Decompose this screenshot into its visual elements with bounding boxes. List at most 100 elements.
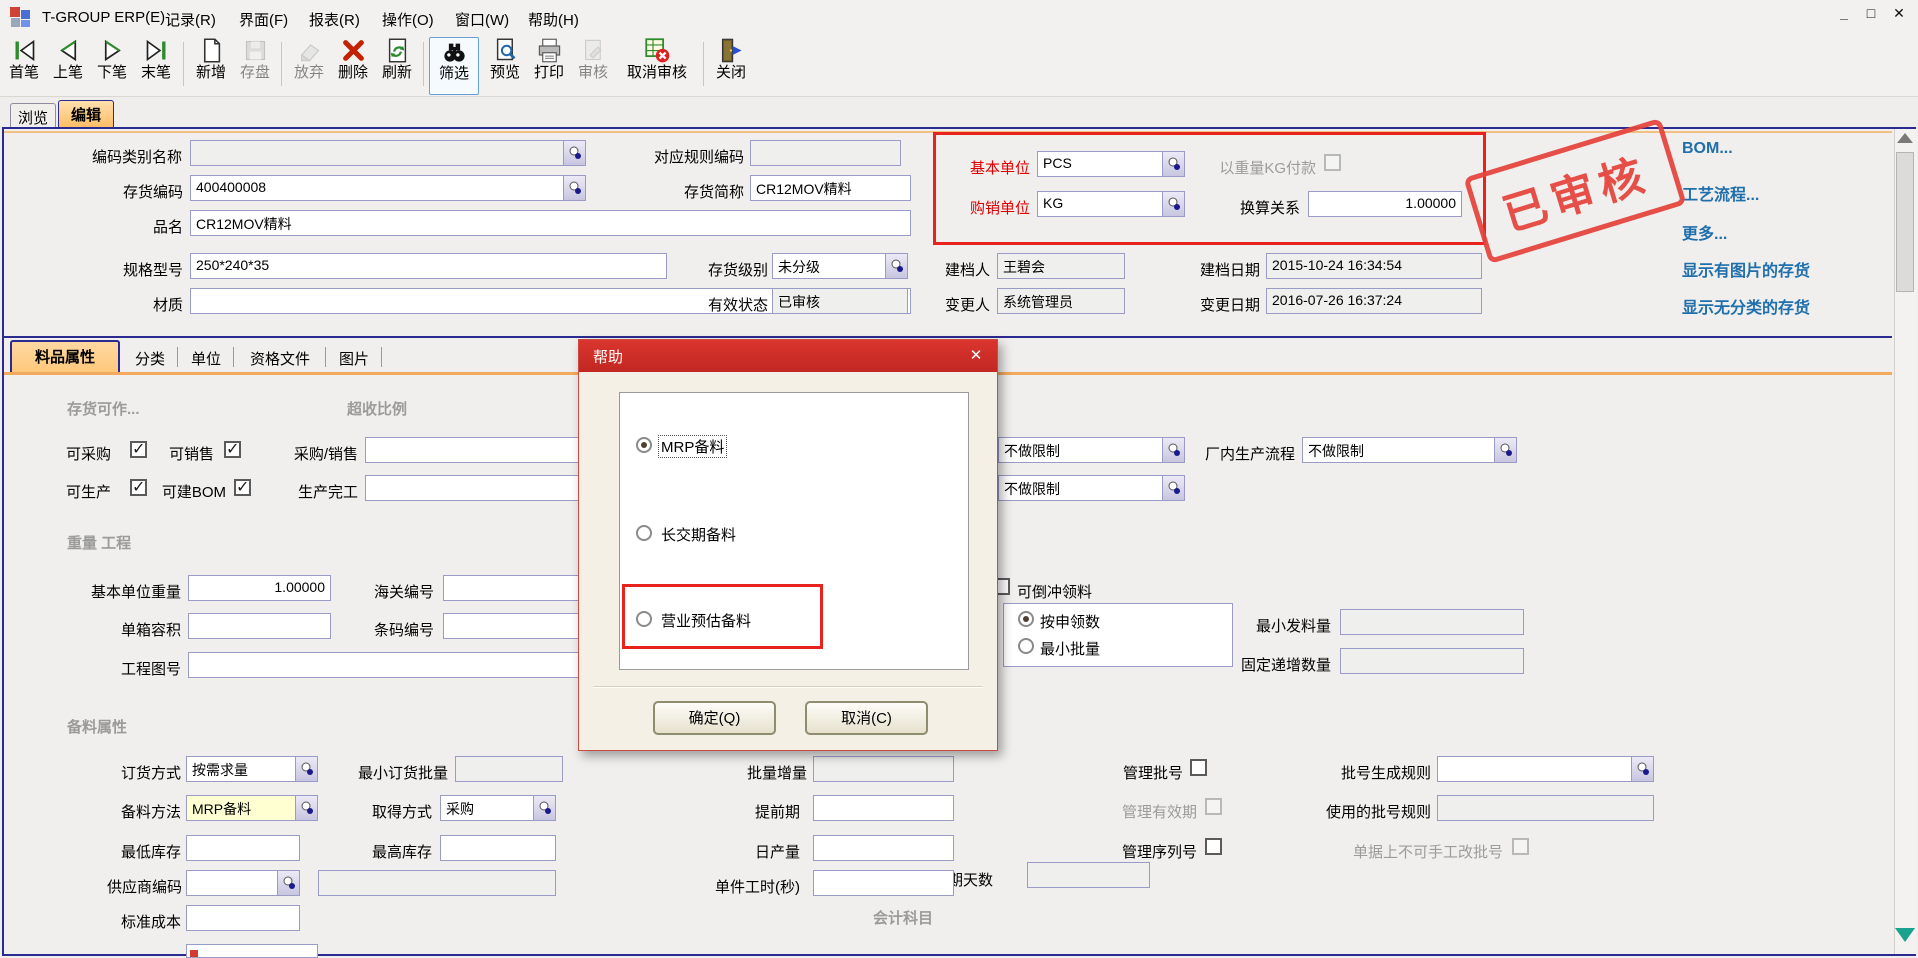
base-unit-input[interactable]: PCS <box>1037 151 1185 177</box>
tab-qualification[interactable]: 资格文件 <box>238 344 322 371</box>
lookup-icon[interactable] <box>295 796 317 820</box>
option-sales-forecast-radio[interactable] <box>636 611 652 627</box>
option-mrp-label[interactable]: MRP备料 <box>659 436 726 457</box>
item-short-input[interactable]: CR12MOV精料 <box>750 175 911 201</box>
toolbar-refresh-button[interactable]: 刷新 <box>375 37 419 93</box>
lookup-icon[interactable] <box>1162 192 1184 216</box>
min-stock-input[interactable] <box>186 835 300 861</box>
item-name-input[interactable]: CR12MOV精料 <box>190 210 911 236</box>
link-show-unclassified[interactable]: 显示无分类的存货 <box>1682 294 1810 318</box>
purchase-sale-input[interactable] <box>365 437 581 463</box>
box-volume-input[interactable] <box>188 613 331 639</box>
spec-input[interactable]: 250*240*35 <box>190 253 667 279</box>
manage-serial-checkbox[interactable] <box>1205 838 1222 855</box>
lookup-icon[interactable] <box>277 871 299 895</box>
toolbar-cancel-audit-button[interactable]: 取消审核 <box>615 37 699 93</box>
toolbar-last-button[interactable]: 末笔 <box>134 37 178 93</box>
lookup-icon[interactable] <box>1162 476 1184 500</box>
option-mrp-radio[interactable] <box>636 437 652 453</box>
restore-button[interactable]: □ <box>1860 5 1882 27</box>
order-mode-input[interactable]: 按需求量 <box>186 756 318 782</box>
scroll-up-icon[interactable] <box>1897 133 1913 143</box>
link-more[interactable]: 更多... <box>1682 220 1727 244</box>
minimize-button[interactable]: _ <box>1833 5 1855 27</box>
unit-time-input[interactable] <box>813 870 954 896</box>
option-sales-forecast-label[interactable]: 营业预估备料 <box>661 610 751 631</box>
base-weight-input[interactable]: 1.00000 <box>188 575 331 601</box>
menu-help[interactable]: 帮助(H) <box>524 7 583 32</box>
lead-time-input[interactable] <box>813 795 954 821</box>
toolbar-filter-button[interactable]: 筛选 <box>429 37 479 95</box>
drawing-no-input[interactable] <box>188 652 585 678</box>
supply-policy-input-1[interactable]: 不做限制 <box>998 437 1185 463</box>
prepare-method-input[interactable]: MRP备料 <box>186 795 318 821</box>
lookup-icon[interactable] <box>563 141 585 165</box>
lookup-icon[interactable] <box>533 796 555 820</box>
lookup-icon[interactable] <box>1494 438 1516 462</box>
trade-unit-input[interactable]: KG <box>1037 191 1185 217</box>
menu-report[interactable]: 报表(R) <box>305 7 364 32</box>
std-cost-input[interactable] <box>186 905 300 931</box>
tab-category[interactable]: 分类 <box>126 344 174 371</box>
scrollbar-thumb[interactable] <box>1896 152 1914 292</box>
toolbar-preview-button[interactable]: 预览 <box>483 37 527 93</box>
dialog-cancel-button[interactable]: 取消(C) <box>805 701 928 735</box>
lookup-icon[interactable] <box>1631 757 1653 781</box>
lookup-icon[interactable] <box>1162 438 1184 462</box>
issue-by-apply-radio[interactable] <box>1018 611 1034 627</box>
customs-code-input[interactable] <box>443 575 585 601</box>
lookup-icon[interactable] <box>563 176 585 200</box>
level-input[interactable]: 未分级 <box>772 253 908 279</box>
help-dialog-titlebar[interactable]: 帮助 <box>579 340 997 372</box>
option-long-lead-label[interactable]: 长交期备料 <box>661 524 736 545</box>
dialog-close-icon[interactable]: ✕ <box>965 346 987 366</box>
supply-policy-input-2[interactable]: 不做限制 <box>998 475 1185 501</box>
menu-interface[interactable]: 界面(F) <box>235 7 292 32</box>
toolbar-prev-button[interactable]: 上笔 <box>46 37 90 93</box>
issue-min-batch-radio[interactable] <box>1018 638 1034 654</box>
toolbar-print-button[interactable]: 打印 <box>527 37 571 93</box>
link-show-with-images[interactable]: 显示有图片的存货 <box>1682 257 1810 281</box>
close-window-button[interactable]: ✕ <box>1888 5 1910 27</box>
menu-operate[interactable]: 操作(O) <box>378 7 438 32</box>
daily-output-input[interactable] <box>813 835 954 861</box>
menu-record[interactable]: 记录(R) <box>161 7 220 32</box>
producible-checkbox[interactable] <box>130 479 147 496</box>
option-long-lead-radio[interactable] <box>636 525 652 541</box>
max-stock-input[interactable] <box>440 835 556 861</box>
tab-browse[interactable]: 浏览 <box>10 103 56 127</box>
supplier-code-input[interactable] <box>186 870 300 896</box>
menu-window[interactable]: 窗口(W) <box>451 7 513 32</box>
menu-tgroup-erp[interactable]: T-GROUP ERP(E) <box>38 7 169 28</box>
toolbar-first-button[interactable]: 首笔 <box>2 37 46 93</box>
tab-unit[interactable]: 单位 <box>182 344 230 371</box>
rule-code-input[interactable] <box>750 140 901 166</box>
tab-picture[interactable]: 图片 <box>330 344 378 371</box>
prod-finish-input[interactable] <box>365 475 581 501</box>
batch-rule-input[interactable] <box>1437 756 1654 782</box>
factory-flow-input[interactable]: 不做限制 <box>1302 437 1517 463</box>
scroll-down-icon[interactable] <box>1895 928 1915 942</box>
conversion-input[interactable]: 1.00000 <box>1308 191 1462 217</box>
manage-batch-checkbox[interactable] <box>1190 759 1207 776</box>
toolbar-delete-button[interactable]: 删除 <box>331 37 375 93</box>
barcode-input[interactable] <box>443 613 585 639</box>
toolbar-next-button[interactable]: 下笔 <box>90 37 134 93</box>
link-process-flow[interactable]: 工艺流程... <box>1682 181 1759 205</box>
lookup-icon[interactable] <box>1162 152 1184 176</box>
code-category-input[interactable] <box>190 140 586 166</box>
lookup-icon[interactable] <box>885 254 907 278</box>
sellable-checkbox[interactable] <box>224 441 241 458</box>
section-account: 会计科目 <box>873 907 933 928</box>
toolbar-close-button[interactable]: 关闭 <box>709 37 753 93</box>
tab-item-attributes[interactable]: 料品属性 <box>10 340 120 372</box>
dialog-ok-button[interactable]: 确定(Q) <box>653 701 776 735</box>
acquire-mode-input[interactable]: 采购 <box>440 795 556 821</box>
lookup-icon[interactable] <box>295 757 317 781</box>
bom-allowed-checkbox[interactable] <box>234 479 251 496</box>
item-code-input[interactable]: 400400008 <box>190 175 586 201</box>
tab-edit[interactable]: 编辑 <box>58 100 114 127</box>
purchasable-checkbox[interactable] <box>130 441 147 458</box>
link-bom[interactable]: BOM... <box>1682 140 1733 158</box>
toolbar-new-button[interactable]: 新增 <box>189 37 233 93</box>
